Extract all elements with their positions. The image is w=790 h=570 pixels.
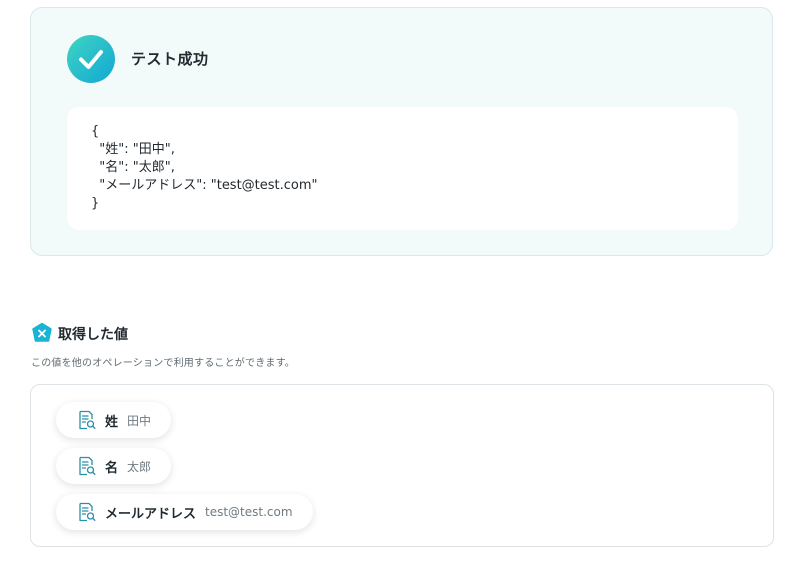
test-result-panel: テスト成功 { "姓": "田中", "名": "太郎", "メールアドレス":…: [30, 7, 773, 256]
value-chip-email[interactable]: メールアドレス test@test.com: [56, 494, 313, 530]
retrieved-values-list: 姓 田中 名 太郎 メールアドレス test@test.com: [30, 384, 774, 547]
value-chip-value: 太郎: [127, 459, 152, 474]
value-chip-label: メールアドレス: [105, 506, 197, 522]
value-chip-value: 田中: [127, 413, 152, 428]
document-search-icon: [79, 502, 96, 522]
json-output-box: { "姓": "田中", "名": "太郎", "メールアドレス": "test…: [67, 107, 738, 230]
retrieved-values-description: この値を他のオペレーションで利用することができます。: [31, 358, 295, 369]
document-search-icon: [79, 456, 96, 476]
retrieved-values-title: 取得した値: [58, 327, 128, 343]
result-title: テスト成功: [131, 50, 209, 68]
value-chip-first-name[interactable]: 名 太郎: [56, 448, 172, 484]
check-circle-icon: [67, 35, 115, 83]
value-chip-label: 姓: [105, 414, 119, 430]
value-chip-last-name[interactable]: 姓 田中: [56, 402, 172, 438]
value-chip-value: test@test.com: [205, 505, 293, 519]
test-result-page: テスト成功 { "姓": "田中", "名": "太郎", "メールアドレス":…: [0, 0, 790, 570]
document-search-icon: [79, 410, 96, 430]
json-output-text: { "姓": "田中", "名": "太郎", "メールアドレス": "test…: [91, 124, 318, 211]
value-chip-label: 名: [105, 460, 119, 476]
variable-badge-icon: [32, 322, 52, 342]
